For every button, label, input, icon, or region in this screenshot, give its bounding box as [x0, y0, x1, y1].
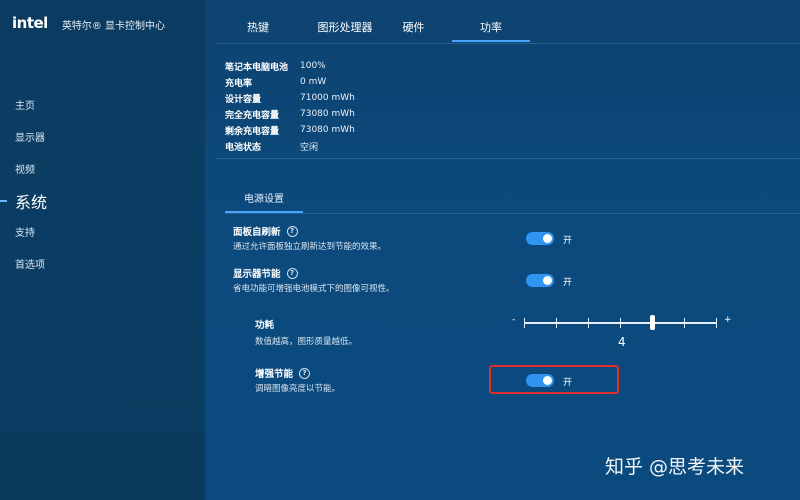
- sidebar-item-system[interactable]: 系统: [15, 189, 47, 213]
- battery-value: 0 mW: [300, 77, 327, 87]
- battery-label: 剩余充电容量: [225, 126, 280, 137]
- setting-description: 调暗图像亮度以节能。: [255, 384, 341, 394]
- toggle-state-label: 开: [563, 278, 573, 288]
- intel-logo: intel: [12, 14, 48, 32]
- tab-bar: 热键 图形处理器 硬件 功率: [205, 0, 800, 44]
- slider-value: 4: [618, 335, 626, 349]
- setting-title: 显示器节能: [233, 269, 281, 280]
- battery-label: 完全充电容量: [225, 110, 280, 121]
- battery-label: 电池状态: [225, 142, 262, 153]
- setting-enhanced-power-saving: 增强节能 ? 调暗图像亮度以节能。: [255, 366, 340, 394]
- battery-info: 笔记本电脑电池 100% 充电率 0 mW 设计容量 71000 mWh 完全充…: [225, 58, 355, 154]
- tab-graphics-processor[interactable]: 图形处理器: [300, 19, 390, 35]
- subtab-divider: [225, 213, 800, 214]
- setting-description: 数值越高，图形质量越低。: [255, 337, 358, 347]
- setting-display-power-saving: 显示器节能 ? 省电功能可增强电池模式下的图像可视性。: [233, 266, 395, 294]
- battery-label: 设计容量: [225, 94, 262, 105]
- setting-title: 功耗: [255, 320, 275, 331]
- battery-value: 73080 mWh: [300, 109, 355, 119]
- battery-label: 充电率: [225, 78, 253, 89]
- battery-value: 100%: [300, 61, 326, 71]
- battery-value: 空闲: [300, 142, 319, 153]
- sidebar-item-display[interactable]: 显示器: [15, 129, 45, 144]
- battery-row: 剩余充电容量 73080 mWh: [225, 122, 355, 138]
- battery-row: 完全充电容量 73080 mWh: [225, 106, 355, 122]
- battery-value: 71000 mWh: [300, 93, 355, 103]
- main-panel: 热键 图形处理器 硬件 功率 笔记本电脑电池 100% 充电率 0 mW 设计容…: [205, 0, 800, 500]
- tab-divider: [215, 43, 800, 44]
- intel-graphics-command-center: intel 英特尔® 显卡控制中心 主页 显示器 视频 系统 支持 首选项 热键…: [0, 0, 800, 500]
- slider-tick: [588, 318, 589, 328]
- brand: intel 英特尔® 显卡控制中心: [12, 14, 165, 32]
- tab-power-settings[interactable]: 电源设置: [225, 190, 303, 205]
- battery-row: 笔记本电脑电池 100%: [225, 58, 355, 74]
- toggle-state-label: 开: [563, 236, 573, 246]
- slider-tick: [524, 318, 525, 328]
- battery-value: 73080 mWh: [300, 125, 355, 135]
- battery-label: 笔记本电脑电池: [225, 62, 289, 73]
- toggle-knob: [543, 234, 552, 243]
- slider-plus[interactable]: +: [724, 315, 732, 325]
- slider-tick: [556, 318, 557, 328]
- battery-row: 电池状态 空闲: [225, 138, 355, 154]
- slider-tick: [716, 318, 717, 328]
- display-power-saving-toggle[interactable]: [526, 274, 554, 287]
- highlight-box: [489, 365, 619, 394]
- toggle-knob: [543, 276, 552, 285]
- sidebar-item-preferences[interactable]: 首选项: [15, 256, 45, 271]
- setting-description: 通过允许面板独立刷新达到节能的效果。: [233, 242, 387, 252]
- setting-panel-self-refresh: 面板自刷新 ? 通过允许面板独立刷新达到节能的效果。: [233, 224, 386, 252]
- active-indicator: [0, 200, 7, 202]
- slider-tick: [684, 318, 685, 328]
- help-icon[interactable]: ?: [286, 267, 298, 279]
- setting-description: 省电功能可增强电池模式下的图像可视性。: [233, 284, 395, 294]
- battery-row: 设计容量 71000 mWh: [225, 90, 355, 106]
- sidebar-item-home[interactable]: 主页: [15, 97, 35, 112]
- sidebar: intel 英特尔® 显卡控制中心 主页 显示器 视频 系统 支持 首选项: [0, 0, 205, 500]
- watermark: 知乎 @思考未来: [605, 456, 745, 478]
- app-title: 英特尔® 显卡控制中心: [61, 21, 165, 32]
- setting-power-consumption: 功耗 数值越高，图形质量越低。: [255, 317, 357, 347]
- setting-title: 面板自刷新: [233, 227, 281, 238]
- section-divider: [215, 158, 800, 159]
- panel-self-refresh-toggle[interactable]: [526, 232, 554, 245]
- tab-hotkeys[interactable]: 热键: [233, 19, 283, 35]
- slider-tick: [620, 318, 621, 328]
- battery-row: 充电率 0 mW: [225, 74, 355, 90]
- setting-title: 增强节能: [255, 369, 294, 380]
- help-icon[interactable]: ?: [286, 225, 298, 237]
- slider-thumb[interactable]: [650, 315, 655, 330]
- slider-minus[interactable]: -: [512, 315, 515, 325]
- sidebar-item-video[interactable]: 视频: [15, 161, 35, 176]
- sidebar-item-support[interactable]: 支持: [15, 224, 35, 239]
- help-icon[interactable]: ?: [299, 367, 311, 379]
- tab-power[interactable]: 功率: [467, 19, 515, 35]
- tab-active-underline: [452, 40, 530, 42]
- tab-hardware[interactable]: 硬件: [391, 19, 436, 35]
